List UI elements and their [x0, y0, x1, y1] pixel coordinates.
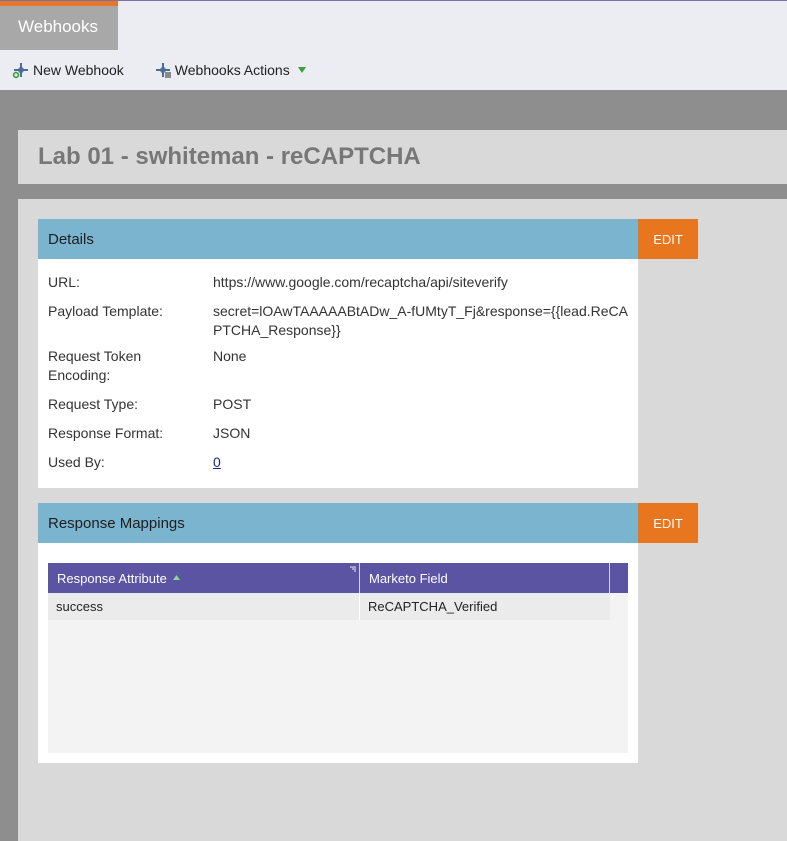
main-content: Details EDIT URL: https://www.google.com…: [18, 199, 787, 841]
detail-label: URL:: [48, 274, 80, 290]
detail-label: Request Type:: [48, 396, 139, 412]
table-cell: success: [48, 593, 360, 620]
detail-value-used-by: 0: [213, 453, 633, 472]
detail-label: Response Format:: [48, 425, 164, 441]
detail-label: Used By:: [48, 454, 105, 470]
page-title: Lab 01 - swhiteman - reCAPTCHA: [38, 143, 421, 170]
webhooks-actions-button[interactable]: Webhooks Actions: [154, 61, 307, 79]
mappings-grid: Response Attribute Marketo Field success…: [48, 563, 628, 753]
new-webhook-label: New Webhook: [33, 62, 124, 78]
tab-webhooks-label: Webhooks: [18, 17, 99, 36]
details-panel: Details EDIT URL: https://www.google.com…: [38, 219, 698, 488]
response-mappings-panel: Response Mappings EDIT Response Attribut…: [38, 503, 698, 763]
column-header-label: Response Attribute: [57, 570, 167, 586]
page-header: Lab 01 - swhiteman - reCAPTCHA: [18, 130, 787, 184]
column-resize-icon[interactable]: [349, 565, 357, 573]
column-header-label: Marketo Field: [369, 570, 448, 586]
tab-bar: Webhooks: [0, 0, 787, 51]
detail-value: https://www.google.com/recaptcha/api/sit…: [213, 274, 508, 290]
webhooks-actions-label: Webhooks Actions: [174, 62, 290, 78]
details-edit-button[interactable]: EDIT: [638, 219, 698, 259]
detail-value: POST: [213, 396, 252, 412]
toolbar: New Webhook Webhooks Actions: [0, 50, 787, 90]
tab-webhooks[interactable]: Webhooks: [0, 1, 118, 51]
details-header: Details: [38, 219, 638, 259]
new-webhook-button[interactable]: New Webhook: [12, 61, 124, 79]
webhook-add-icon: [12, 63, 28, 79]
column-header-marketo-field[interactable]: Marketo Field: [360, 563, 610, 593]
mappings-edit-button[interactable]: EDIT: [638, 503, 698, 543]
detail-label: Request Token Encoding:: [48, 348, 142, 383]
used-by-link[interactable]: 0: [213, 454, 221, 470]
table-cell: ReCAPTCHA_Verified: [368, 599, 498, 614]
detail-value: JSON: [213, 425, 251, 441]
webhook-actions-icon: [155, 63, 171, 78]
detail-label: Payload Template:: [48, 303, 163, 319]
grid-header: Response Attribute Marketo Field: [48, 563, 628, 593]
detail-value: secret=lOAwTAAAAABtADw_A-fUMtyT_Fj&respo…: [213, 303, 628, 338]
sort-asc-icon: [172, 574, 180, 580]
detail-value: None: [213, 348, 247, 364]
chevron-down-icon: [297, 67, 306, 73]
table-row[interactable]: success ReCAPTCHA_Verified: [48, 593, 610, 620]
response-mappings-header: Response Mappings: [38, 503, 638, 543]
column-header-response-attribute[interactable]: Response Attribute: [48, 563, 360, 593]
